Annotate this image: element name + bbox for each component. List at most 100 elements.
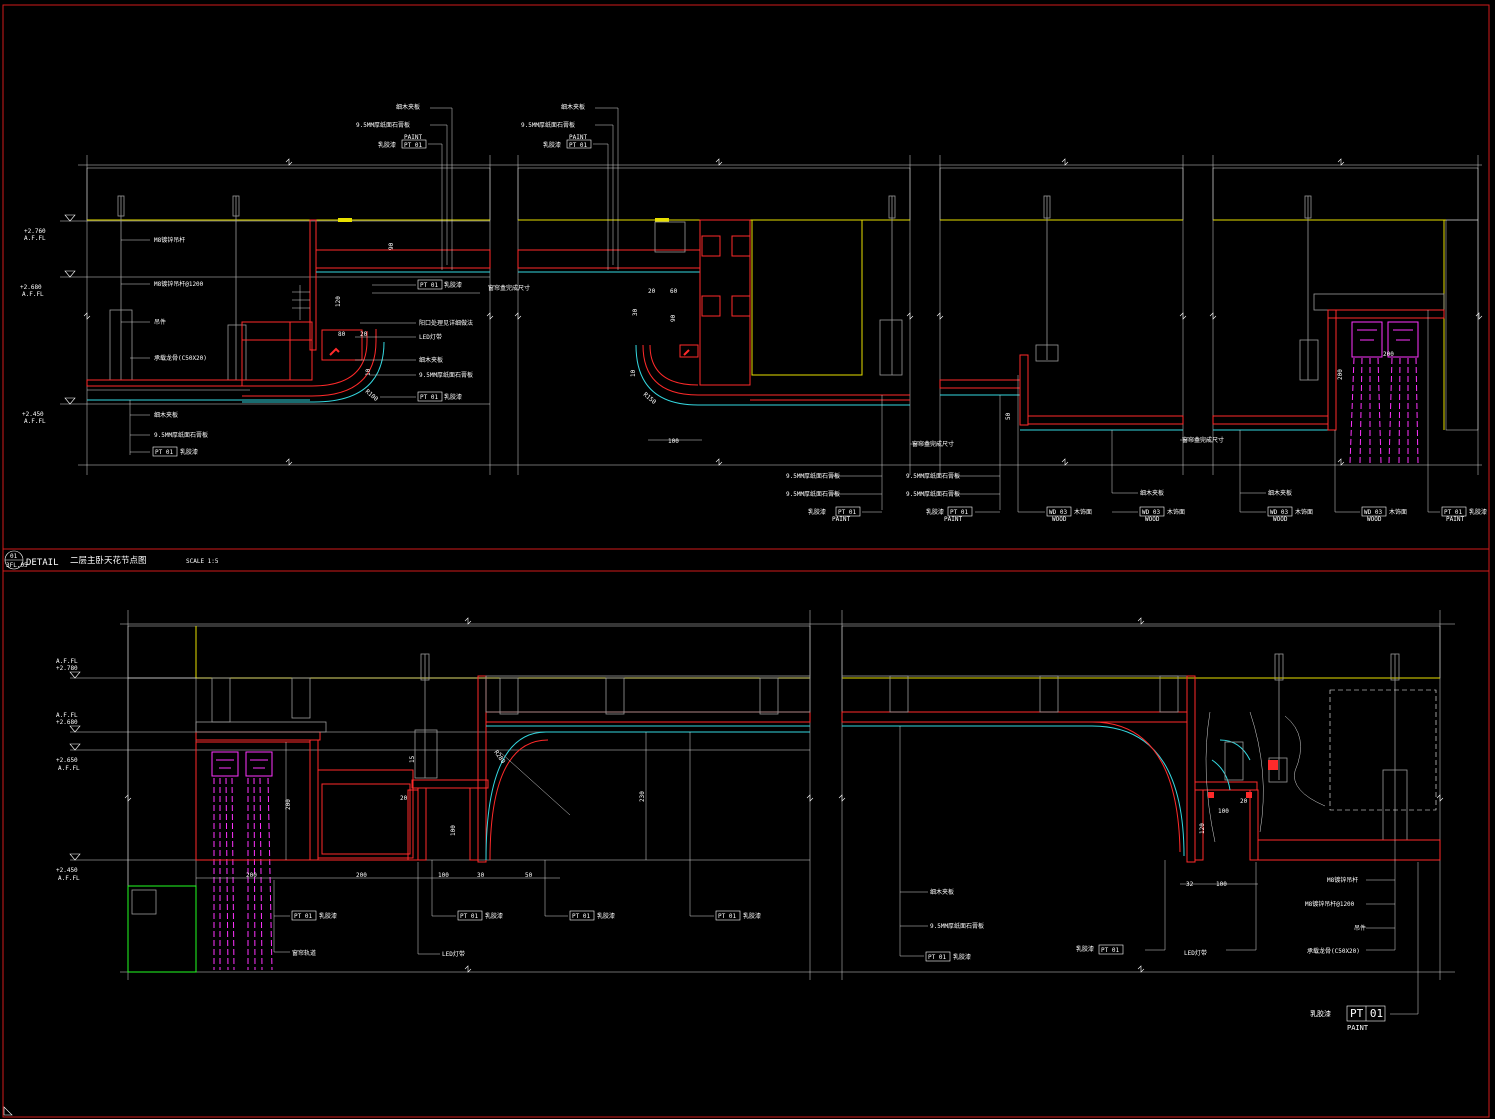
concrete-slab [517, 167, 911, 221]
callout-text: 木饰面 [1295, 508, 1313, 516]
material-tag: PT 01 [1444, 509, 1462, 516]
concrete-slab [939, 167, 1184, 221]
material-tag-large: PT 01 [1350, 1007, 1383, 1020]
dimension-text: 100 [438, 872, 449, 879]
level-value: +2.450 [56, 867, 78, 874]
callout-text: 窗帘轨道 [292, 949, 316, 957]
material-tag: PT 01 [569, 142, 587, 149]
callout-text: 承载龙骨(C50X20) [154, 354, 207, 362]
level-value: +2.760 [24, 228, 46, 235]
dimension-text: 15 [409, 755, 416, 763]
callout-text: 乳胶漆 [485, 912, 503, 920]
dimension-text: 230 [639, 791, 646, 802]
callout-text: 窗帘盒完成尺寸 [912, 440, 954, 448]
callout-text: 乳胶漆 [1076, 945, 1094, 953]
callout-text: LED灯带 [442, 950, 465, 958]
callout-text: 9.5MM厚纸面石膏板 [356, 121, 410, 129]
level-ref: A.F.FL [56, 658, 78, 665]
dimension-text: 120 [335, 296, 342, 307]
detail-tag-sheet: 3FL.05 [6, 562, 28, 569]
drawing-scale: SCALE 1:5 [186, 558, 219, 565]
callout-text: 乳胶漆 [444, 393, 462, 401]
callout-text: 9.5MM厚纸面石膏板 [930, 922, 984, 930]
dimension-text: 200 [356, 872, 367, 879]
callout-text: 木饰面 [1389, 508, 1407, 516]
material-tag: PT 01 [294, 913, 312, 920]
level-value: +2.680 [20, 284, 42, 291]
callout-text: 乳胶漆 [926, 508, 944, 516]
material-tag: WD 03 [1270, 509, 1288, 516]
dimension-text: 100 [1218, 808, 1229, 815]
callout-text: 9.5MM厚纸面石膏板 [419, 371, 473, 379]
dimension-text: 200 [1383, 351, 1394, 358]
curtain-pocket [195, 721, 419, 971]
material-tag: WD 03 [1049, 509, 1067, 516]
material-tag: PT 01 [950, 509, 968, 516]
dimension-text: 10 [630, 369, 637, 377]
callout-text: 细木夹板 [930, 888, 954, 896]
level-value: +2.680 [56, 719, 78, 726]
dimension-text: 32 [1186, 881, 1194, 888]
material-sub: WOOD [1145, 516, 1160, 523]
callout-text: LED灯带 [419, 333, 442, 341]
top-section: +2.760 A.F.FL +2.680 A.F.FL +2.450 A.F.F… [20, 103, 1487, 523]
callout-text: 乳胶漆 [743, 912, 761, 920]
title-block: 01 3FL.05 DETAIL 二层主卧天花节点图 SCALE 1:5 [4, 550, 219, 570]
level-value: +2.780 [56, 665, 78, 672]
dimension-text: 20 [648, 288, 656, 295]
level-value: +2.650 [56, 757, 78, 764]
callout-text: 吊件 [1354, 924, 1366, 932]
dimension-text: 90 [670, 314, 677, 322]
concrete-slab [86, 167, 491, 221]
material-tag: PT 01 [460, 913, 478, 920]
callout-text: 乳胶漆 [808, 508, 826, 516]
callout-text: 木饰面 [1167, 508, 1185, 516]
ceiling-board-left [211, 675, 811, 863]
material-tag: PT 01 [155, 449, 173, 456]
material-sub: PAINT [1446, 516, 1464, 523]
dimension-text: 200 [246, 872, 257, 879]
ucs-icon [3, 1106, 13, 1116]
callout-text: 乳胶漆 [597, 912, 615, 920]
dimension-text: R280 [492, 749, 506, 765]
callout-text: 9.5MM厚纸面石膏板 [521, 121, 575, 129]
dimension-text: 100 [450, 825, 457, 836]
curtain-track [1349, 321, 1419, 464]
detail-tag-number: 01 [10, 553, 18, 560]
concrete-slab [841, 625, 1441, 679]
dimension-text: 90 [388, 242, 395, 250]
level-ref: A.F.FL [24, 235, 46, 242]
material-sub: PAINT [1347, 1024, 1369, 1032]
callout-text: 阳口处理见详细做法 [419, 319, 473, 327]
concrete-wall [1445, 219, 1479, 431]
callout-text: 9.5MM厚纸面石膏板 [154, 431, 208, 439]
window-frame [127, 885, 197, 973]
material-sub: PAINT [832, 516, 850, 523]
concrete-slab [1212, 167, 1479, 221]
material-tag: PT 01 [404, 142, 422, 149]
material-tag: PT 01 [420, 394, 438, 401]
material-sub: WOOD [1273, 516, 1288, 523]
material-tag: PT 01 [718, 913, 736, 920]
dimension-text: 20 [400, 795, 408, 802]
level-ref: A.F.FL [24, 418, 46, 425]
dimension-text: 200 [1337, 369, 1344, 380]
callout-text: M8镀锌吊杆 [1327, 876, 1358, 884]
concrete-beam [751, 219, 863, 376]
callout-text: M8镀锌吊杆@1200 [1305, 900, 1355, 908]
dimension-text: 20 [360, 331, 368, 338]
concrete-wall [127, 677, 197, 887]
dimension-text: 50 [525, 872, 533, 879]
dimension-text: 100 [668, 438, 679, 445]
callout-text: 9.5MM厚纸面石膏板 [786, 490, 840, 498]
material-sub: WOOD [1052, 516, 1067, 523]
callout-text: 木饰面 [1074, 508, 1092, 516]
callout-text: 细木夹板 [154, 411, 178, 419]
callout-text: 细木夹板 [419, 356, 443, 364]
cad-drawing-canvas: 01 3FL.05 DETAIL 二层主卧天花节点图 SCALE 1:5 +2.… [2, 4, 1490, 1118]
callout-text: 乳胶漆 [1310, 1009, 1331, 1018]
concrete-slab [127, 625, 811, 679]
callout-text: 窗帘盒完成尺寸 [1182, 436, 1224, 444]
dimension-text: 200 [285, 799, 292, 810]
dimension-text: 20 [1240, 798, 1248, 805]
